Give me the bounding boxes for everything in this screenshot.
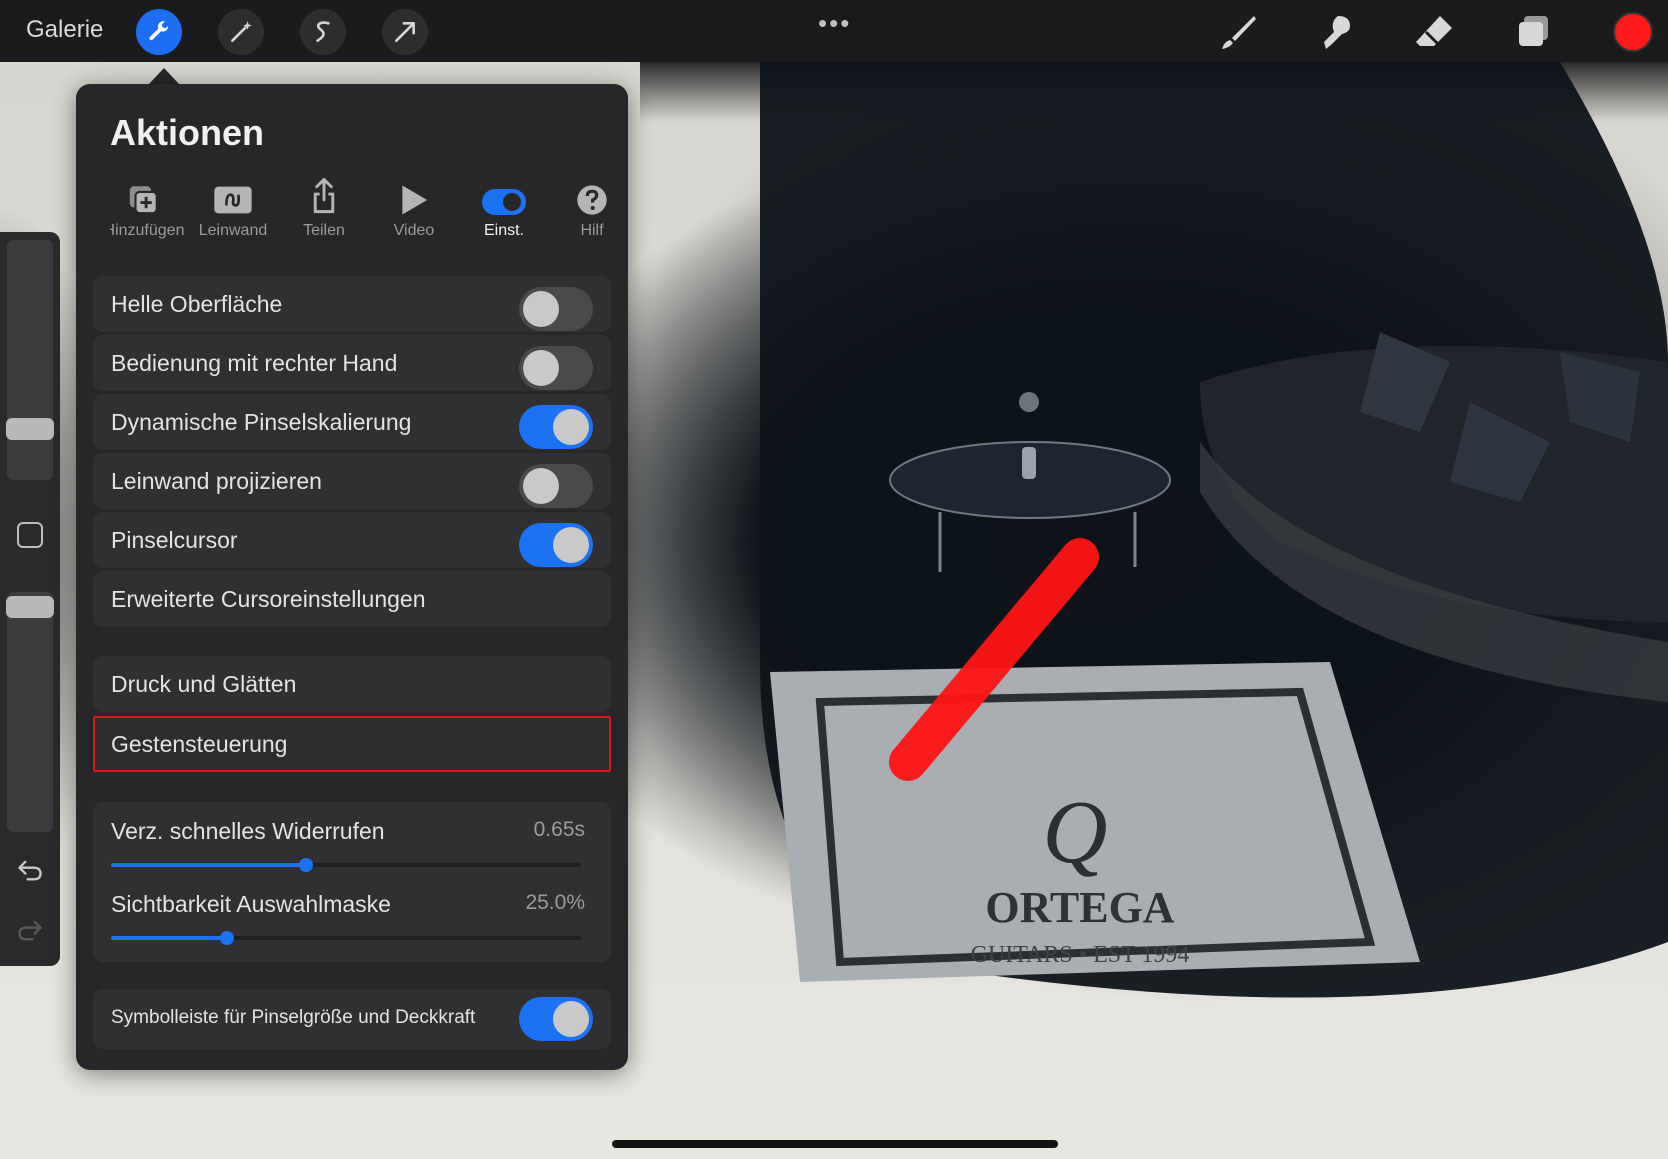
panel-title: Aktionen	[110, 112, 265, 153]
eraser-icon	[1416, 16, 1452, 46]
quick-undo-delay-fill	[111, 863, 307, 867]
layers-icon	[1519, 16, 1548, 46]
project-canvas-toggle[interactable]	[519, 464, 593, 508]
advanced-cursor-settings[interactable]: Erweiterte Cursoreinstellungen	[93, 571, 611, 627]
tab-preferences[interactable]: Einst.	[458, 176, 550, 240]
undo-icon	[18, 860, 42, 881]
opacity-thumb[interactable]	[6, 596, 54, 618]
svg-text:GUITARS • EST 1994: GUITARS • EST 1994	[971, 942, 1190, 968]
selection-mask-label: Sichtbarkeit Auswahlmaske	[111, 891, 391, 917]
setting-light-interface: Helle Oberfläche	[93, 276, 611, 332]
quick-undo-delay-value: 0.65s	[533, 818, 585, 841]
selection-mask-value: 25.0%	[525, 891, 585, 914]
actions-button[interactable]	[136, 9, 182, 55]
selection-button[interactable]	[300, 9, 346, 55]
actions-panel: Aktionen Hinzufügen Leinwand Teilen Vide…	[76, 84, 628, 1070]
help-icon	[577, 185, 607, 215]
right-hand-toggle[interactable]	[519, 346, 593, 390]
tab-preferences-label: Einst.	[483, 222, 524, 239]
setting-label: Helle Oberfläche	[111, 291, 283, 317]
quick-undo-delay-label: Verz. schnelles Widerrufen	[111, 818, 385, 844]
setting-label: Leinwand projizieren	[111, 468, 322, 494]
play-icon	[402, 185, 428, 215]
setting-brush-toolbar: Symbolleiste für Pinselgröße und Deckkra…	[93, 989, 611, 1049]
quick-undo-delay-slider[interactable]	[111, 858, 581, 872]
gallery-button[interactable]: Galerie	[26, 16, 103, 44]
add-image-icon	[129, 186, 158, 215]
advanced-cursor-label: Erweiterte Cursoreinstellungen	[111, 586, 426, 612]
layers-button[interactable]	[1512, 10, 1556, 54]
tab-canvas[interactable]: Leinwand	[187, 176, 279, 240]
home-indicator	[612, 1140, 1058, 1148]
panel-pointer	[148, 68, 180, 85]
tab-share[interactable]: Teilen	[278, 176, 370, 240]
smudge-icon	[1324, 16, 1350, 49]
brush-toolbar-toggle[interactable]	[519, 997, 593, 1041]
brush-button[interactable]	[1216, 10, 1260, 54]
gesture-controls-label: Gestensteuerung	[111, 731, 288, 757]
tab-share-label: Teilen	[303, 222, 345, 239]
slider-group: Verz. schnelles Widerrufen 0.65s Sichtba…	[93, 802, 611, 962]
setting-dynamic-brush-scaling: Dynamische Pinselskalierung	[93, 394, 611, 450]
setting-label: Dynamische Pinselskalierung	[111, 409, 412, 435]
selection-mask-slider[interactable]	[111, 931, 581, 945]
canvas-icon	[214, 186, 252, 214]
dynamic-brush-scaling-toggle[interactable]	[519, 405, 593, 449]
tab-add-label: Hinzufügen	[110, 222, 185, 239]
more-options-button[interactable]: •••	[818, 8, 851, 39]
tab-help[interactable]: Hilf	[546, 176, 620, 240]
light-interface-toggle[interactable]	[519, 287, 593, 331]
gesture-controls[interactable]: Gestensteuerung	[93, 716, 611, 772]
quick-undo-delay-thumb[interactable]	[299, 858, 314, 872]
svg-text:ORTEGA: ORTEGA	[985, 883, 1174, 932]
tab-video[interactable]: Video	[368, 176, 460, 240]
pressure-smoothing[interactable]: Druck und Glätten	[93, 656, 611, 712]
tab-help-label: Hilf	[580, 222, 604, 239]
opacity-slider[interactable]	[6, 592, 54, 832]
undo-button[interactable]	[14, 854, 46, 886]
brush-cursor-toggle[interactable]	[519, 523, 593, 567]
tab-add[interactable]: Hinzufügen	[110, 176, 190, 240]
actions-tabs: Hinzufügen Leinwand Teilen Video Einst. …	[110, 176, 620, 256]
setting-label: Symbolleiste für Pinselgröße und Deckkra…	[111, 1007, 476, 1028]
magic-wand-icon	[231, 21, 252, 42]
toggle-icon	[482, 189, 526, 215]
color-picker-button[interactable]	[1613, 12, 1653, 52]
eyedropper-button[interactable]	[17, 522, 43, 548]
tab-canvas-label: Leinwand	[198, 222, 268, 239]
brush-icon	[1222, 16, 1256, 49]
brush-size-slider[interactable]	[6, 240, 54, 480]
setting-right-hand: Bedienung mit rechter Hand	[93, 335, 611, 391]
selection-s-icon	[316, 21, 330, 42]
svg-text:Q: Q	[1043, 783, 1108, 882]
wrench-icon	[149, 21, 169, 41]
adjustments-button[interactable]	[218, 9, 264, 55]
pressure-smoothing-label: Druck und Glätten	[111, 671, 297, 697]
brush-size-thumb[interactable]	[6, 418, 54, 440]
eraser-button[interactable]	[1412, 10, 1456, 54]
redo-button[interactable]	[14, 914, 46, 946]
tab-video-label: Video	[393, 222, 435, 239]
share-icon	[313, 178, 335, 214]
transform-button[interactable]	[382, 9, 428, 55]
setting-project-canvas: Leinwand projizieren	[93, 453, 611, 509]
left-sidebar	[0, 232, 60, 966]
smudge-button[interactable]	[1314, 10, 1358, 54]
setting-label: Bedienung mit rechter Hand	[111, 350, 398, 376]
redo-icon	[18, 920, 42, 941]
selection-mask-thumb[interactable]	[220, 931, 235, 945]
transform-arrow-icon	[395, 22, 415, 42]
setting-label: Pinselcursor	[111, 527, 238, 553]
setting-brush-cursor: Pinselcursor	[93, 512, 611, 568]
top-toolbar: Galerie •••	[0, 0, 1668, 62]
selection-mask-fill	[111, 936, 228, 940]
